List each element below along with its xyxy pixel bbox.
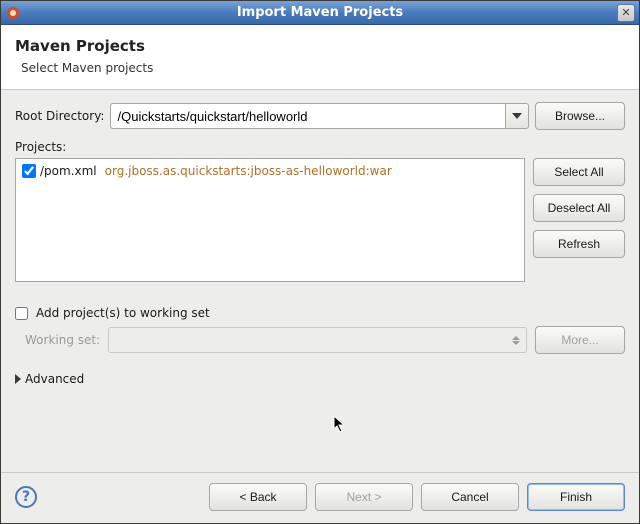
projects-section: /pom.xml org.jboss.as.quickstarts:jboss-… [15, 158, 625, 282]
back-button[interactable]: < Back [209, 483, 307, 511]
wizard-body: Root Directory: Browse... Projects: /pom… [1, 90, 639, 472]
advanced-toggle[interactable]: Advanced [15, 372, 625, 386]
finish-button[interactable]: Finish [527, 483, 625, 511]
import-maven-dialog: Import Maven Projects ✕ Maven Projects S… [0, 0, 640, 524]
titlebar: Import Maven Projects ✕ [1, 1, 639, 25]
wizard-header: Maven Projects Select Maven projects [1, 25, 639, 90]
root-directory-label: Root Directory: [15, 109, 104, 123]
root-directory-combo [110, 103, 529, 129]
project-item[interactable]: /pom.xml org.jboss.as.quickstarts:jboss-… [22, 163, 518, 179]
working-set-row: Working set: More... [25, 326, 625, 354]
root-directory-dropdown-button[interactable] [505, 103, 529, 129]
select-all-button[interactable]: Select All [533, 158, 625, 186]
advanced-label: Advanced [25, 372, 84, 386]
working-set-label: Working set: [25, 333, 100, 347]
project-coordinates: org.jboss.as.quickstarts:jboss-as-hellow… [105, 164, 392, 178]
help-button[interactable]: ? [15, 486, 37, 508]
root-directory-row: Root Directory: Browse... [15, 102, 625, 130]
browse-button[interactable]: Browse... [535, 102, 625, 130]
help-icon: ? [22, 489, 30, 505]
add-to-working-set-checkbox[interactable] [15, 307, 28, 320]
project-checkbox[interactable] [22, 164, 36, 178]
deselect-all-button[interactable]: Deselect All [533, 194, 625, 222]
projects-side-buttons: Select All Deselect All Refresh [533, 158, 625, 282]
wizard-footer: ? < Back Next > Cancel Finish [1, 472, 639, 523]
footer-buttons: < Back Next > Cancel Finish [209, 483, 625, 511]
cancel-button[interactable]: Cancel [421, 483, 519, 511]
page-title: Maven Projects [15, 37, 625, 55]
close-icon: ✕ [621, 7, 630, 18]
triangle-right-icon [15, 374, 21, 384]
close-button[interactable]: ✕ [617, 4, 635, 22]
working-set-combo [108, 327, 527, 353]
project-path: /pom.xml [40, 164, 97, 178]
add-to-working-set-label: Add project(s) to working set [36, 306, 210, 320]
refresh-button[interactable]: Refresh [533, 230, 625, 258]
root-directory-input[interactable] [110, 103, 505, 129]
projects-label: Projects: [15, 140, 625, 154]
projects-list[interactable]: /pom.xml org.jboss.as.quickstarts:jboss-… [15, 158, 525, 282]
window-title: Import Maven Projects [1, 5, 639, 20]
next-button: Next > [315, 483, 413, 511]
chevron-down-icon [512, 113, 522, 119]
page-subtitle: Select Maven projects [21, 61, 625, 75]
more-button: More... [535, 326, 625, 354]
app-icon [5, 5, 21, 21]
working-set-checkbox-row: Add project(s) to working set [15, 306, 625, 320]
spinner-icon [512, 336, 520, 345]
